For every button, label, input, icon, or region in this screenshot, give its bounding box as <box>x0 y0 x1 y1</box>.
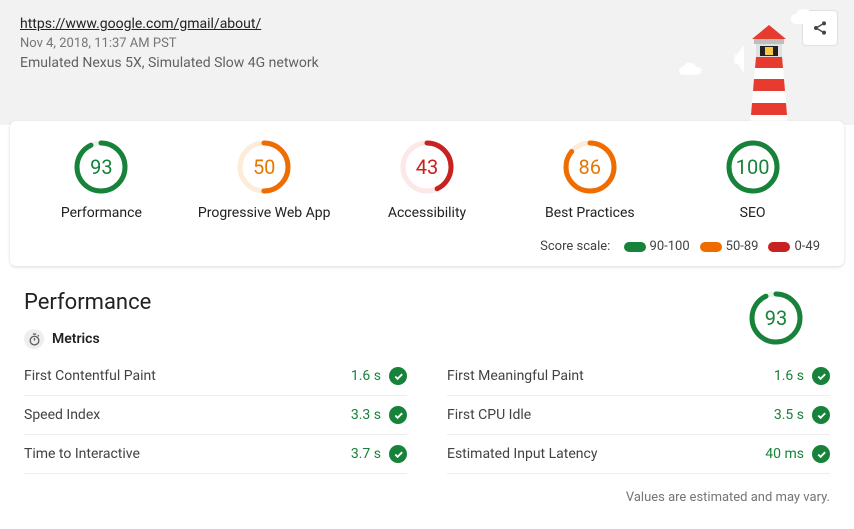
score-label: Performance <box>20 205 183 221</box>
check-icon <box>389 406 407 424</box>
score-label: Accessibility <box>346 205 509 221</box>
metric-row[interactable]: First Meaningful Paint 1.6 s <box>447 357 830 396</box>
metrics-header[interactable]: Metrics <box>24 329 830 349</box>
metric-name: Estimated Input Latency <box>447 446 765 462</box>
metric-value: 3.7 s <box>351 446 381 462</box>
score-scale-label: Score scale: <box>540 239 610 254</box>
score-item-seo[interactable]: 100 SEO <box>671 139 834 221</box>
score-item-progressive-web-app[interactable]: 50 Progressive Web App <box>183 139 346 221</box>
score-value: 100 <box>736 155 770 179</box>
metric-name: Time to Interactive <box>24 446 351 462</box>
scale-range-text: 90-100 <box>650 239 690 254</box>
score-gauge: 50 <box>236 139 292 195</box>
score-gauge: 43 <box>399 139 455 195</box>
metric-row[interactable]: Speed Index 3.3 s <box>24 396 407 435</box>
performance-score-value: 93 <box>765 306 787 330</box>
score-gauge: 93 <box>73 139 129 195</box>
report-url-link[interactable]: https://www.google.com/gmail/about/ <box>20 16 261 32</box>
metric-row[interactable]: First Contentful Paint 1.6 s <box>24 357 407 396</box>
performance-score-gauge: 93 <box>748 290 804 346</box>
metrics-label: Metrics <box>52 331 100 347</box>
score-label: SEO <box>671 205 834 221</box>
score-label: Progressive Web App <box>183 205 346 221</box>
metric-name: Speed Index <box>24 407 351 423</box>
metric-name: First CPU Idle <box>447 407 774 423</box>
metric-value: 3.5 s <box>774 407 804 423</box>
metric-value: 1.6 s <box>774 368 804 384</box>
metric-value: 40 ms <box>765 446 804 462</box>
score-gauge: 86 <box>562 139 618 195</box>
stopwatch-icon <box>24 329 44 349</box>
scale-range-text: 50-89 <box>726 239 759 254</box>
metric-value: 1.6 s <box>351 368 381 384</box>
lighthouse-illustration <box>734 25 804 125</box>
performance-title: Performance <box>24 290 830 315</box>
scale-pill <box>700 242 722 252</box>
scale-pill <box>768 242 790 252</box>
scores-card: 93 Performance 50 Progressive Web App 43… <box>10 121 844 266</box>
report-header: https://www.google.com/gmail/about/ Nov … <box>0 0 854 125</box>
metrics-footnote: Values are estimated and may vary. <box>0 480 854 511</box>
scale-pill <box>624 242 646 252</box>
metric-row[interactable]: Estimated Input Latency 40 ms <box>447 435 830 474</box>
check-icon <box>389 445 407 463</box>
check-icon <box>389 367 407 385</box>
metric-row[interactable]: Time to Interactive 3.7 s <box>24 435 407 474</box>
score-item-performance[interactable]: 93 Performance <box>20 139 183 221</box>
score-value: 86 <box>579 155 601 179</box>
check-icon <box>812 406 830 424</box>
metric-name: First Contentful Paint <box>24 368 351 384</box>
performance-section: Performance 93 Metrics First Contentful … <box>0 270 854 480</box>
metric-name: First Meaningful Paint <box>447 368 774 384</box>
score-item-accessibility[interactable]: 43 Accessibility <box>346 139 509 221</box>
cloud-decoration <box>678 62 714 78</box>
score-value: 50 <box>253 155 275 179</box>
report-timestamp: Nov 4, 2018, 11:37 AM PST <box>20 36 834 51</box>
score-value: 93 <box>90 155 112 179</box>
score-gauge: 100 <box>725 139 781 195</box>
score-item-best-practices[interactable]: 86 Best Practices <box>508 139 671 221</box>
score-scale: Score scale: 90-100 50-89 0-49 <box>10 221 844 254</box>
check-icon <box>812 445 830 463</box>
metric-row[interactable]: First CPU Idle 3.5 s <box>447 396 830 435</box>
score-value: 43 <box>416 155 438 179</box>
scale-range-text: 0-49 <box>794 239 820 254</box>
check-icon <box>812 367 830 385</box>
metric-value: 3.3 s <box>351 407 381 423</box>
score-label: Best Practices <box>508 205 671 221</box>
